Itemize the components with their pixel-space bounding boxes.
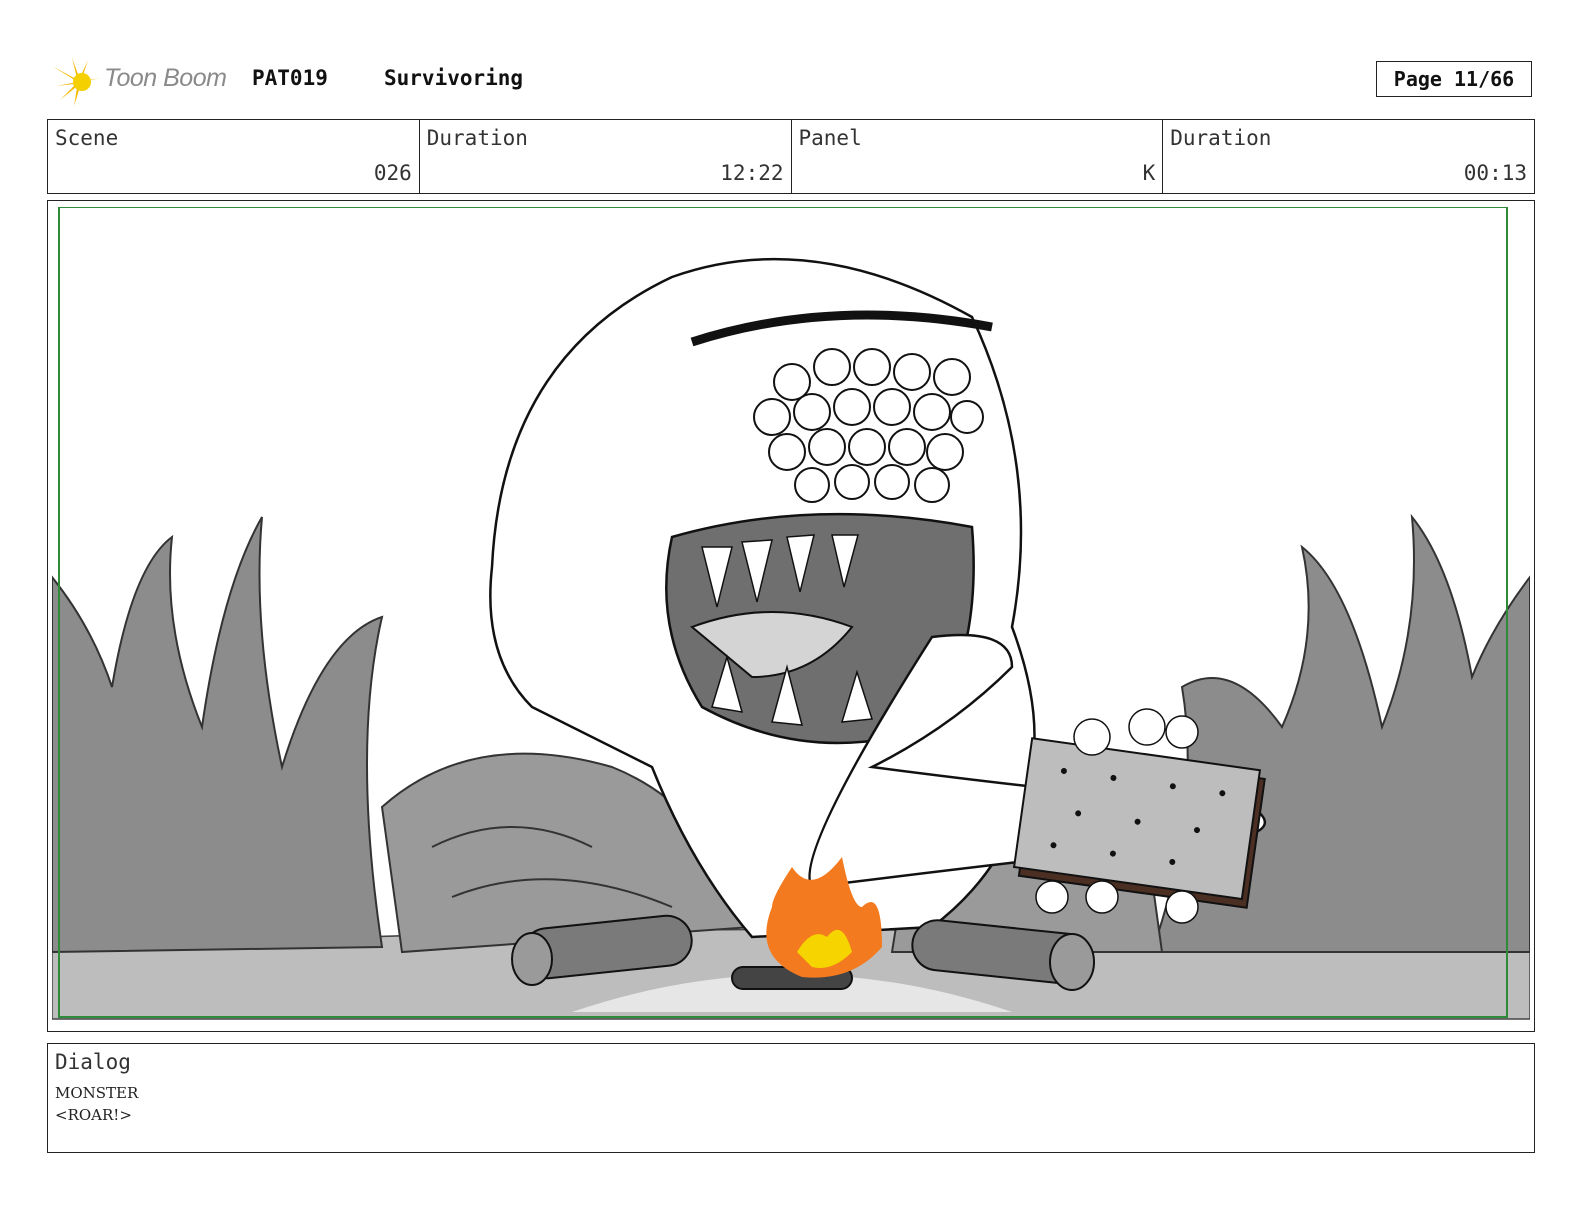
- panel-value: K: [1142, 161, 1156, 185]
- scene-label: Scene: [55, 126, 119, 150]
- panel-duration-value: 00:13: [1463, 161, 1527, 185]
- toon-boom-logo: Toon Boom: [52, 56, 242, 108]
- panel-duration-label: Duration: [1170, 126, 1272, 150]
- panel-duration-cell: Duration 00:13: [1163, 120, 1534, 193]
- sunburst-icon: [52, 58, 100, 106]
- panel-cell: Panel K: [792, 120, 1164, 193]
- scene-value: 026: [373, 161, 412, 185]
- storyboard-panel-image: [52, 207, 1530, 1020]
- scene-info-table: Scene 026 Duration 12:22 Panel K Duratio…: [47, 119, 1535, 194]
- brand-text: Toon Boom: [104, 64, 227, 92]
- dialog-line: <ROAR!>: [55, 1106, 132, 1124]
- project-code: PAT019: [252, 66, 328, 90]
- dialog-speaker: MONSTER: [55, 1084, 139, 1102]
- dialog-label: Dialog: [55, 1050, 131, 1074]
- dialog-box: Dialog MONSTER <ROAR!>: [47, 1043, 1535, 1153]
- page-indicator: Page 11/66: [1376, 61, 1532, 97]
- scene-cell: Scene 026: [48, 120, 420, 193]
- scene-duration-cell: Duration 12:22: [420, 120, 792, 193]
- panel-label: Panel: [798, 126, 862, 150]
- scene-duration-value: 12:22: [720, 161, 784, 185]
- scene-duration-label: Duration: [426, 126, 528, 150]
- project-title: Survivoring: [384, 66, 524, 90]
